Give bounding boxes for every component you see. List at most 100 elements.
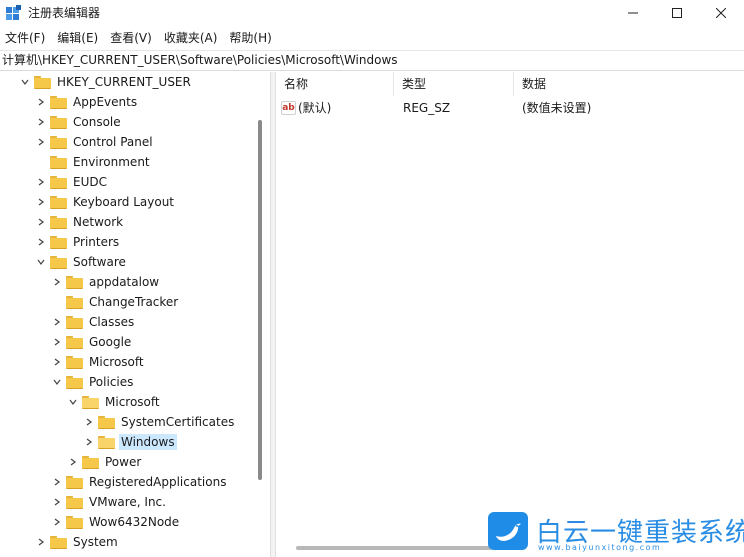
folder-icon — [50, 115, 67, 129]
tree-item-label: Policies — [89, 375, 134, 389]
minimize-icon — [628, 12, 638, 14]
chevron-right-icon[interactable] — [36, 92, 46, 112]
string-value-icon: ab — [281, 101, 296, 115]
maximize-button[interactable] — [654, 0, 700, 26]
close-button[interactable] — [698, 0, 744, 26]
folder-icon — [66, 355, 83, 369]
column-header-type[interactable]: 类型 — [394, 72, 514, 96]
tree-item-label: appdatalow — [89, 275, 160, 289]
title-bar: 注册表编辑器 — [0, 0, 744, 26]
folder-icon — [50, 95, 67, 109]
chevron-down-icon[interactable] — [36, 252, 46, 272]
value-data: (数值未设置) — [522, 101, 592, 115]
tree-item[interactable]: RegisteredApplications — [52, 472, 228, 492]
tree-item-label: Microsoft — [105, 395, 160, 409]
tree-item[interactable]: Wow6432Node — [52, 512, 181, 532]
tree-item[interactable]: Software — [36, 252, 128, 272]
menu-favorites[interactable]: 收藏夹(A) — [159, 28, 223, 48]
folder-icon — [98, 435, 115, 449]
value-row[interactable]: ab (默认) REG_SZ (数值未设置) — [276, 98, 744, 118]
column-header-data[interactable]: 数据 — [514, 72, 744, 96]
tree-item-label: Classes — [89, 315, 135, 329]
tree-item[interactable]: AppEvents — [36, 92, 139, 112]
chevron-right-icon[interactable] — [68, 452, 78, 472]
menu-view[interactable]: 查看(V) — [105, 28, 157, 48]
chevron-right-icon[interactable] — [36, 132, 46, 152]
horizontal-scrollbar[interactable] — [296, 546, 492, 550]
tree-item[interactable]: HKEY_CURRENT_USER — [20, 72, 193, 92]
tree-item[interactable]: appdatalow — [52, 272, 161, 292]
folder-icon — [66, 295, 83, 309]
chevron-down-icon[interactable] — [20, 72, 30, 92]
folder-icon — [66, 335, 83, 349]
chevron-right-icon[interactable] — [52, 512, 62, 532]
chevron-right-icon[interactable] — [36, 232, 46, 252]
folder-icon — [66, 315, 83, 329]
column-header-name[interactable]: 名称 — [276, 72, 394, 96]
value-type: REG_SZ — [403, 101, 451, 115]
tree-item[interactable]: Windows — [84, 432, 177, 452]
chevron-right-icon[interactable] — [52, 272, 62, 292]
chevron-right-icon[interactable] — [84, 412, 94, 432]
folder-icon — [66, 275, 83, 289]
address-bar[interactable]: 计算机\HKEY_CURRENT_USER\Software\Policies\… — [0, 50, 744, 71]
tree-item[interactable]: EUDC — [36, 172, 109, 192]
folder-icon — [34, 75, 51, 89]
tree-item[interactable]: Policies — [52, 372, 135, 392]
tree-item[interactable]: Keyboard Layout — [36, 192, 176, 212]
chevron-right-icon[interactable] — [52, 352, 62, 372]
menu-help[interactable]: 帮助(H) — [224, 28, 276, 48]
chevron-down-icon[interactable] — [52, 372, 62, 392]
folder-icon — [98, 415, 115, 429]
tree-item[interactable]: System — [36, 532, 120, 552]
key-tree: HKEY_CURRENT_USER AppEvents Console Control… — [0, 72, 270, 557]
tree-item[interactable]: ChangeTracker — [52, 292, 180, 312]
folder-icon — [66, 375, 83, 389]
folder-icon — [50, 175, 67, 189]
close-icon — [716, 8, 726, 18]
chevron-right-icon[interactable] — [84, 432, 94, 452]
tree-item-label: AppEvents — [73, 95, 138, 109]
tree-item[interactable]: Environment — [36, 152, 152, 172]
tree-item[interactable]: Power — [68, 452, 143, 472]
tree-item-label: VMware, Inc. — [89, 495, 166, 509]
chevron-right-icon[interactable] — [52, 472, 62, 492]
tree-item-label: Console — [73, 115, 121, 129]
chevron-right-icon[interactable] — [36, 212, 46, 232]
folder-icon — [82, 455, 99, 469]
tree-item[interactable]: Control Panel — [36, 132, 155, 152]
chevron-right-icon[interactable] — [36, 532, 46, 552]
chevron-right-icon[interactable] — [52, 332, 62, 352]
tree-item-label: Environment — [73, 155, 150, 169]
tree-item-label: Power — [105, 455, 142, 469]
tree-item[interactable]: Classes — [52, 312, 136, 332]
tree-item[interactable]: Console — [36, 112, 123, 132]
tree-item[interactable]: Microsoft — [52, 352, 146, 372]
minimize-button[interactable] — [610, 0, 656, 26]
tree-item[interactable]: Printers — [36, 232, 121, 252]
folder-icon — [50, 155, 67, 169]
menu-file[interactable]: 文件(F) — [0, 28, 50, 48]
folder-icon — [66, 475, 83, 489]
chevron-right-icon[interactable] — [36, 172, 46, 192]
tree-item[interactable]: SystemCertificates — [84, 412, 236, 432]
chevron-down-icon[interactable] — [68, 392, 78, 412]
chevron-right-icon[interactable] — [52, 312, 62, 332]
tree-item-label: Windows — [119, 434, 177, 450]
tree-item-label: EUDC — [73, 175, 107, 189]
chevron-right-icon[interactable] — [52, 492, 62, 512]
tree-item[interactable]: Google — [52, 332, 133, 352]
folder-icon — [50, 255, 67, 269]
tree-item-label: Network — [73, 215, 124, 229]
chevron-right-icon[interactable] — [36, 112, 46, 132]
tree-item[interactable]: Network — [36, 212, 125, 232]
chevron-right-icon[interactable] — [36, 192, 46, 212]
tree-item[interactable]: VMware, Inc. — [52, 492, 168, 512]
tree-scrollbar[interactable] — [258, 120, 262, 480]
menu-edit[interactable]: 编辑(E) — [52, 28, 103, 48]
tree-item[interactable]: Microsoft — [68, 392, 162, 412]
folder-icon — [50, 215, 67, 229]
watermark: 白云一键重装系统 www.baiyunxitong.com — [486, 512, 744, 557]
